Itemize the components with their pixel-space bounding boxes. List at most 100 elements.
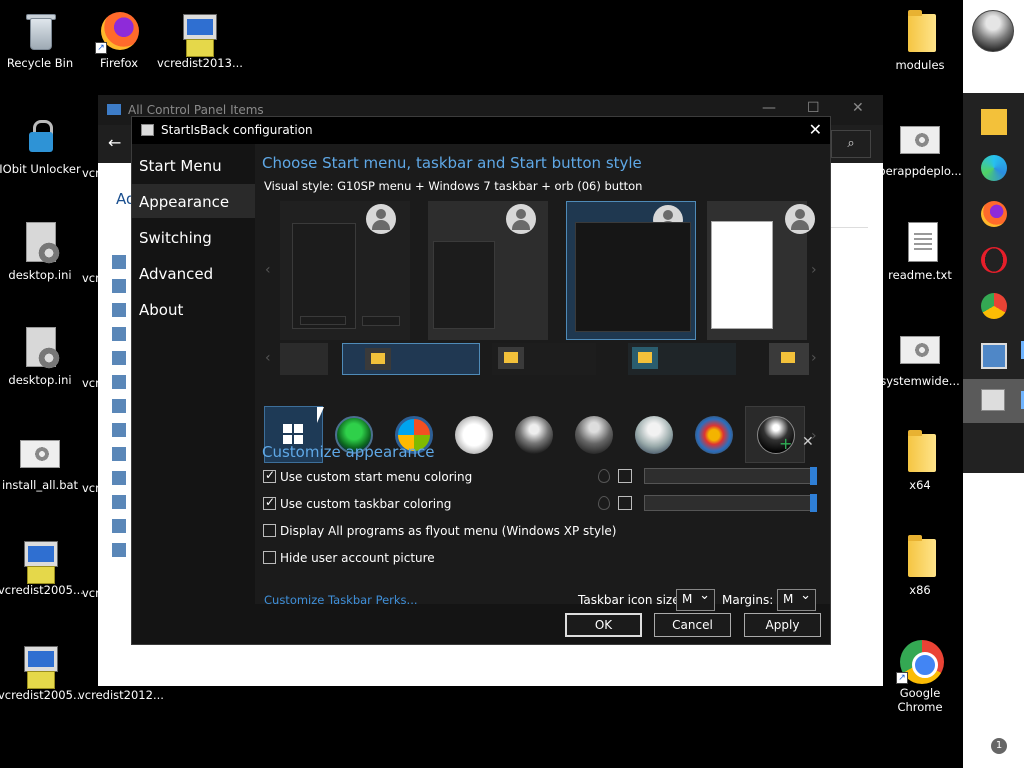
transparency-icon[interactable]	[598, 496, 610, 510]
transparency-icon[interactable]	[598, 469, 610, 483]
taskbar-icon-size-select[interactable]: M	[676, 588, 715, 611]
option-flyout-menu[interactable]: Display All programs as flyout menu (Win…	[263, 524, 616, 538]
taskbar-style-3[interactable]	[492, 343, 596, 375]
color-swatch[interactable]	[618, 496, 632, 510]
desktop-icon-label: x64	[909, 478, 931, 492]
search-icon[interactable]: ⌕	[831, 130, 871, 158]
startisback-taskbar-button[interactable]	[963, 379, 1024, 423]
dialog-titlebar[interactable]: StartIsBack configuration ✕	[132, 117, 830, 144]
desktop-icon-label: systemwide...	[880, 374, 960, 388]
desktop-icon-label: modules	[895, 58, 945, 72]
desktop-icon-partial[interactable]: vcr	[82, 479, 98, 495]
scroll-left-icon[interactable]: ‹	[265, 262, 271, 278]
slider-thumb[interactable]	[810, 467, 817, 485]
checkbox[interactable]	[263, 495, 276, 510]
checkbox[interactable]	[263, 524, 276, 537]
desktop-icon-desktop-ini-2[interactable]: desktop.ini	[0, 325, 82, 387]
menu-preview	[433, 241, 495, 329]
chrome-icon: ↗	[896, 638, 944, 684]
desktop-icon-perappdeploy[interactable]: perappdeplo...	[878, 116, 962, 178]
slider-thumb[interactable]	[810, 494, 817, 512]
desktop-icon-modules[interactable]: modules	[878, 10, 962, 72]
taskbar-style-2-selected[interactable]	[342, 343, 480, 375]
folder-icon	[775, 347, 801, 369]
menu-style-1[interactable]	[280, 201, 410, 340]
script-file-icon	[896, 326, 944, 372]
add-icon[interactable]: +	[779, 434, 792, 453]
option-taskbar-coloring[interactable]: Use custom taskbar coloring	[263, 495, 451, 511]
close-icon[interactable]: ✕	[809, 120, 822, 139]
folder-icon	[896, 430, 944, 476]
menu-style-3-selected[interactable]	[566, 201, 696, 340]
nav-switching[interactable]: Switching	[132, 220, 255, 254]
back-arrow-icon[interactable]: ←	[108, 133, 121, 152]
desktop-icon-partial[interactable]: vcr	[82, 269, 98, 285]
desktop-icon-partial[interactable]: vcr	[82, 374, 98, 390]
close-icon[interactable]: ✕	[852, 100, 864, 116]
color-swatch[interactable]	[618, 469, 632, 483]
apply-button[interactable]: Apply	[744, 613, 821, 637]
firefox-icon: ↗	[95, 8, 143, 54]
nav-advanced[interactable]: Advanced	[132, 256, 255, 290]
desktop-icon-vcredist2013[interactable]: vcredist2013...	[157, 8, 243, 70]
nav-start-menu[interactable]: Start Menu	[132, 148, 255, 182]
option-start-menu-coloring[interactable]: Use custom start menu coloring	[263, 468, 472, 484]
minimize-icon[interactable]: —	[762, 100, 776, 116]
taskbar-opacity-slider[interactable]	[644, 494, 817, 512]
taskbar: 1	[963, 0, 1024, 768]
checkbox[interactable]	[263, 551, 276, 564]
desktop-icon-partial[interactable]: vcr	[82, 584, 98, 600]
orb-colored-flag-icon[interactable]	[695, 416, 733, 454]
desktop-icon-systemwide[interactable]: systemwide...	[878, 326, 962, 388]
taskbar-style-4[interactable]	[628, 343, 736, 375]
checkbox[interactable]	[263, 468, 276, 483]
opera-icon[interactable]	[981, 247, 1007, 273]
desktop-icon-firefox[interactable]: ↗ Firefox	[77, 8, 161, 70]
nav-appearance[interactable]: Appearance	[132, 184, 255, 218]
desktop-icon-google-chrome[interactable]: ↗ Google Chrome	[878, 638, 962, 714]
orb-dark-flag-icon[interactable]	[515, 416, 553, 454]
notification-badge[interactable]: 1	[991, 738, 1007, 754]
scroll-right-icon[interactable]: ›	[811, 262, 817, 278]
option-hide-account-picture[interactable]: Hide user account picture	[263, 551, 435, 565]
maximize-icon[interactable]: ☐	[807, 100, 820, 116]
desktop-icon-label: desktop.ini	[8, 373, 72, 387]
start-button-icon[interactable]	[972, 10, 1014, 52]
edge-icon[interactable]	[981, 155, 1007, 181]
taskbar-style-5[interactable]	[769, 343, 809, 375]
customize-taskbar-perks-link[interactable]: Customize Taskbar Perks...	[264, 593, 418, 607]
desktop-icon-install-all[interactable]: install_all.bat	[0, 430, 82, 492]
cancel-button[interactable]: Cancel	[654, 613, 731, 637]
desktop-icon-x86[interactable]: x86	[878, 535, 962, 597]
orb-white-flag-icon[interactable]	[455, 416, 493, 454]
desktop-icon-recycle-bin[interactable]: Recycle Bin	[0, 8, 82, 70]
taskbar-style-1[interactable]	[280, 343, 328, 375]
menu-power-preview	[362, 316, 400, 326]
desktop-icon-x64[interactable]: x64	[878, 430, 962, 492]
start-menu-opacity-slider[interactable]	[644, 467, 817, 485]
desktop-icon-partial[interactable]: vcr	[82, 164, 98, 180]
file-explorer-icon[interactable]	[981, 109, 1007, 135]
scroll-left-icon[interactable]: ‹	[265, 350, 271, 366]
desktop-icon-readme[interactable]: readme.txt	[878, 220, 962, 282]
menu-style-4[interactable]	[707, 201, 815, 340]
scroll-right-icon[interactable]: ›	[811, 350, 817, 366]
desktop-icon-vcredist2005-2[interactable]: vcredist2005...	[0, 640, 84, 702]
folder-icon	[365, 348, 391, 370]
orb-silver-flag-icon[interactable]	[635, 416, 673, 454]
orb-metal-flag-icon[interactable]	[575, 416, 613, 454]
chrome-icon[interactable]	[981, 293, 1007, 319]
desktop-icon-iobit-unlocker[interactable]: IObit Unlocker	[0, 114, 82, 176]
menu-preview	[292, 223, 356, 329]
firefox-icon[interactable]	[981, 201, 1007, 227]
dialog-nav: Start Menu Appearance Switching Advanced…	[132, 144, 255, 604]
desktop-icon-vcredist2005[interactable]: vcredist2005...	[0, 535, 84, 597]
remove-icon[interactable]: ✕	[802, 434, 814, 450]
margins-select[interactable]: M	[777, 588, 816, 611]
control-panel-icon[interactable]	[981, 343, 1007, 369]
nav-about[interactable]: About	[132, 292, 255, 326]
ok-button[interactable]: OK	[565, 613, 642, 637]
batch-file-icon	[16, 430, 64, 476]
desktop-icon-desktop-ini[interactable]: desktop.ini	[0, 220, 82, 282]
menu-style-2[interactable]	[428, 201, 548, 340]
